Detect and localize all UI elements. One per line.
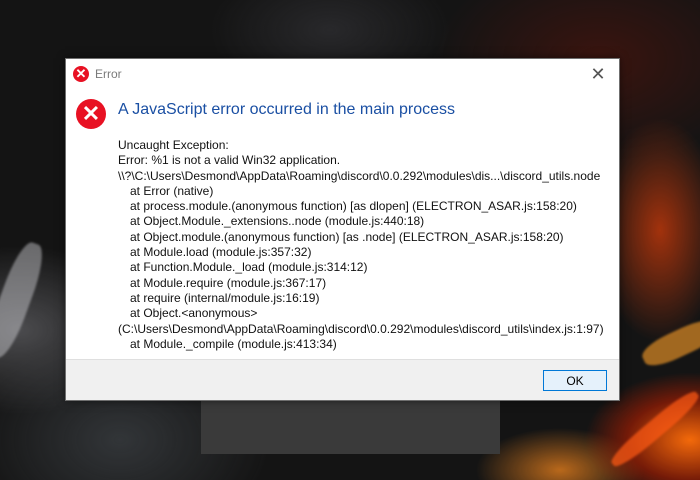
error-detail-line: at process.module.(anonymous function) [… — [130, 199, 577, 214]
background-window-panel — [201, 398, 500, 454]
error-detail-line: at Module.load (module.js:357:32) — [130, 245, 312, 260]
error-detail-line: at Module.require (module.js:367:17) — [130, 275, 327, 290]
close-icon: ✕ — [590, 63, 606, 84]
error-detail-line: at require (internal/module.js:16:19) — [130, 290, 320, 305]
error-detail-line: at Object.<anonymous> — [130, 306, 258, 321]
error-icon: ✕ — [73, 66, 89, 82]
error-detail-line: Error: %1 is not a valid Win32 applicati… — [118, 153, 341, 168]
dialog-footer: OK — [66, 359, 619, 400]
ok-button[interactable]: OK — [543, 370, 607, 391]
error-detail-line: (C:\Users\Desmond\AppData\Roaming\discor… — [118, 321, 604, 336]
dialog-title: Error — [95, 67, 122, 81]
dialog-heading: A JavaScript error occurred in the main … — [118, 101, 456, 118]
error-details: Uncaught Exception: Error: %1 is not a va… — [118, 138, 613, 352]
error-detail-line: Uncaught Exception: — [118, 138, 229, 152]
error-detail-line: at Error (native) — [130, 183, 214, 198]
error-detail-line: at Object.Module._extensions..node (modu… — [130, 214, 425, 229]
background-streak — [607, 386, 700, 472]
error-icon: ✕ — [76, 99, 106, 129]
dialog-titlebar[interactable]: ✕ Error ✕ — [66, 59, 619, 89]
background-streak — [638, 314, 700, 372]
close-button[interactable]: ✕ — [577, 59, 619, 89]
background-streak — [0, 238, 50, 362]
error-detail-line: at Function.Module._load (module.js:314:… — [130, 260, 368, 275]
error-detail-line: at Object.module.(anonymous function) [a… — [130, 229, 564, 244]
error-detail-line: at Module._compile (module.js:413:34) — [130, 336, 337, 351]
error-dialog: ✕ Error ✕ ✕ A JavaScript error occurred … — [65, 58, 620, 401]
error-detail-line: \\?\C:\Users\Desmond\AppData\Roaming\dis… — [118, 168, 601, 183]
